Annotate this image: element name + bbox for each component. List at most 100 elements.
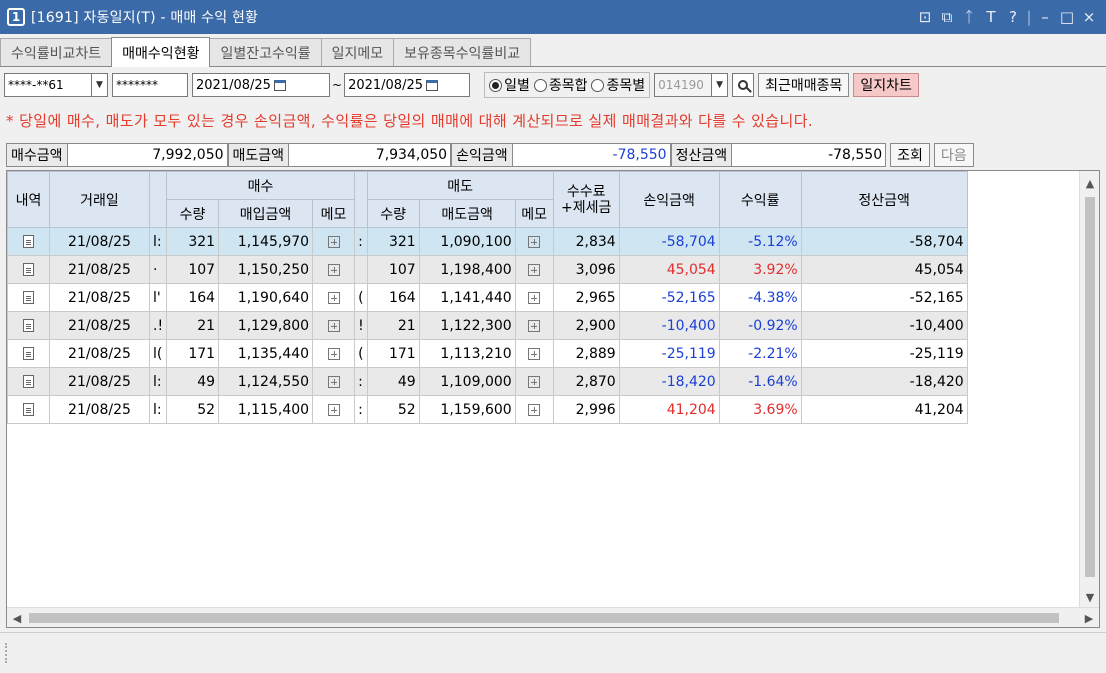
detail-icon[interactable] (23, 347, 34, 360)
col-buy-memo[interactable]: 메모 (312, 199, 356, 228)
radio-per-stock[interactable]: 종목별 (591, 75, 645, 95)
date-to-field[interactable]: 2021/08/25 (344, 73, 471, 97)
restore-layout-icon[interactable]: ⊡ (914, 0, 936, 34)
col-buy-qty[interactable]: 수량 (166, 199, 220, 228)
table-row[interactable]: 21/08/25.! 21 1,129,800! 21 1,122,300 2,900 -1… (7, 311, 968, 340)
sell-memo-icon[interactable] (528, 235, 541, 248)
font-size-icon[interactable]: T (980, 0, 1002, 34)
sell-memo-icon[interactable] (528, 291, 541, 304)
sell-memo-icon[interactable] (528, 375, 541, 388)
vertical-scroll-thumb[interactable] (1085, 197, 1095, 577)
buy-memo-icon[interactable] (327, 347, 340, 360)
col-sell-amount[interactable]: 매도금액 (418, 199, 516, 228)
detail-icon[interactable] (23, 263, 34, 276)
cell-sell-amount: 1,141,440 (418, 283, 516, 312)
buy-memo-icon[interactable] (327, 263, 340, 276)
horizontal-scroll-thumb[interactable] (29, 613, 1059, 623)
tab-trade-profit-status[interactable]: 매매수익현황 (111, 37, 211, 67)
date-from-value: 2021/08/25 (196, 77, 271, 93)
tab-journal-memo[interactable]: 일지메모 (320, 38, 395, 66)
table-row[interactable]: 21/08/25 l: 49 1,124,550:49 1,109,000 2,870 -1… (7, 367, 968, 396)
cell-trade-date: 21/08/25 (49, 395, 150, 424)
horizontal-scrollbar[interactable]: ◀ ▶ (7, 607, 1099, 627)
buy-memo-icon[interactable] (327, 235, 340, 248)
search-button[interactable] (732, 73, 755, 97)
detail-icon[interactable] (23, 375, 34, 388)
table-row[interactable]: 21/08/25 l' 164 1,190,640(164 1,141,440 2,965… (7, 283, 968, 312)
cell-pnl: -52,165 (618, 283, 720, 312)
cell-fee-tax: 2,900 (552, 311, 620, 340)
sell-memo-cell (514, 311, 554, 340)
tab-holdings-return-compare[interactable]: 보유종목수익률비교 (393, 38, 532, 66)
detail-cell (7, 311, 50, 340)
buy-memo-cell (312, 311, 356, 340)
cell-buy-amount: 1,145,970 (218, 227, 314, 256)
next-button[interactable]: 다음 (933, 143, 974, 167)
buy-memo-icon[interactable] (327, 403, 340, 416)
detail-icon[interactable] (23, 319, 34, 332)
minimize-icon[interactable]: – (1034, 0, 1056, 34)
tab-daily-balance-return[interactable]: 일별잔고수익률 (209, 38, 322, 66)
account-dropdown-icon[interactable]: ▼ (92, 73, 108, 97)
help-icon[interactable]: ? (1002, 0, 1024, 34)
calendar-icon[interactable] (271, 75, 289, 95)
buy-memo-icon[interactable] (327, 375, 340, 388)
vertical-scrollbar[interactable]: ▲ ▼ (1079, 171, 1099, 609)
table-row[interactable]: 21/08/25 · 107 1,150,250 107 1,198,400 3,096 45… (7, 255, 968, 284)
stock-code-field[interactable]: 014190 (654, 73, 713, 97)
detail-icon[interactable] (23, 291, 34, 304)
sell-memo-icon[interactable] (528, 263, 541, 276)
sell-memo-icon[interactable] (528, 403, 541, 416)
cell-sell-qty: 171 (366, 339, 420, 368)
sell-memo-cell (514, 227, 554, 256)
date-from-field[interactable]: 2021/08/25 (192, 73, 330, 97)
detail-cell (7, 367, 50, 396)
account-field[interactable]: ****-**61 (4, 73, 92, 97)
new-window-icon[interactable]: ⧉ (936, 0, 958, 34)
scroll-left-icon[interactable]: ◀ (7, 608, 27, 627)
calendar-icon[interactable] (423, 75, 441, 95)
table-row[interactable]: 21/08/25 l(171 1,135,440(171 1,113,210 2,889… (7, 339, 968, 368)
cell-settle: -52,165 (800, 283, 968, 312)
sell-memo-icon[interactable] (528, 319, 541, 332)
scroll-down-icon[interactable]: ▼ (1080, 587, 1099, 607)
maximize-icon[interactable]: □ (1056, 0, 1078, 34)
buy-memo-icon[interactable] (327, 319, 340, 332)
pin-icon[interactable]: ᛏ (958, 0, 980, 34)
scroll-up-icon[interactable]: ▲ (1080, 173, 1099, 193)
cell-clipped-name: l( (148, 339, 168, 368)
buy-memo-icon[interactable] (327, 291, 340, 304)
col-sell-memo[interactable]: 메모 (514, 199, 554, 228)
tab-return-compare-chart[interactable]: 수익률비교차트 (0, 38, 113, 66)
stock-code-select[interactable]: 014190 ▼ (654, 73, 729, 97)
journal-chart-button[interactable]: 일지차트 (853, 73, 919, 97)
detail-icon[interactable] (23, 235, 34, 248)
resize-grip-icon[interactable] (5, 643, 9, 663)
col-fee-tax[interactable]: 수수료 +제세금 (552, 171, 620, 228)
query-button[interactable]: 조회 (890, 143, 930, 167)
table-row[interactable]: 21/08/25 l: 52 1,115,400:52 1,159,600 2,996 41… (7, 395, 968, 424)
col-return-rate[interactable]: 수익률 (718, 171, 802, 228)
col-trade-date[interactable]: 거래일 (49, 171, 150, 228)
account-select[interactable]: ****-**61 ▼ (4, 73, 108, 97)
stock-code-dropdown-icon[interactable]: ▼ (712, 73, 729, 97)
radio-daily[interactable]: 일별 (489, 75, 530, 95)
col-sell-qty[interactable]: 수량 (366, 199, 420, 228)
col-buy-amount[interactable]: 매입금액 (218, 199, 314, 228)
password-field[interactable]: ******* (112, 73, 188, 97)
trade-grid: 내역 거래일 매수 매도 수수료 +제세금 손익금액 수익률 정산금액 수량 매입… (6, 170, 1100, 628)
detail-icon[interactable] (23, 403, 34, 416)
cell-buy-qty: 52 (166, 395, 220, 424)
recent-trades-button[interactable]: 최근매매종목 (758, 73, 850, 97)
sell-memo-icon[interactable] (528, 347, 541, 360)
close-icon[interactable]: × (1078, 0, 1100, 34)
col-detail[interactable]: 내역 (7, 171, 50, 228)
radio-stock-sum[interactable]: 종목합 (533, 75, 587, 95)
cell-clipped-name: : (354, 227, 368, 256)
col-settle[interactable]: 정산금액 (800, 171, 968, 228)
scroll-right-icon[interactable]: ▶ (1079, 608, 1099, 627)
col-pnl[interactable]: 손익금액 (618, 171, 720, 228)
cell-pnl: -18,420 (618, 367, 720, 396)
tab-bar: 수익률비교차트 매매수익현황 일별잔고수익률 일지메모 보유종목수익률비교 (0, 37, 532, 67)
table-row[interactable]: 21/08/25 l: 321 1,145,970:321 1,090,100 2,834… (7, 227, 968, 256)
